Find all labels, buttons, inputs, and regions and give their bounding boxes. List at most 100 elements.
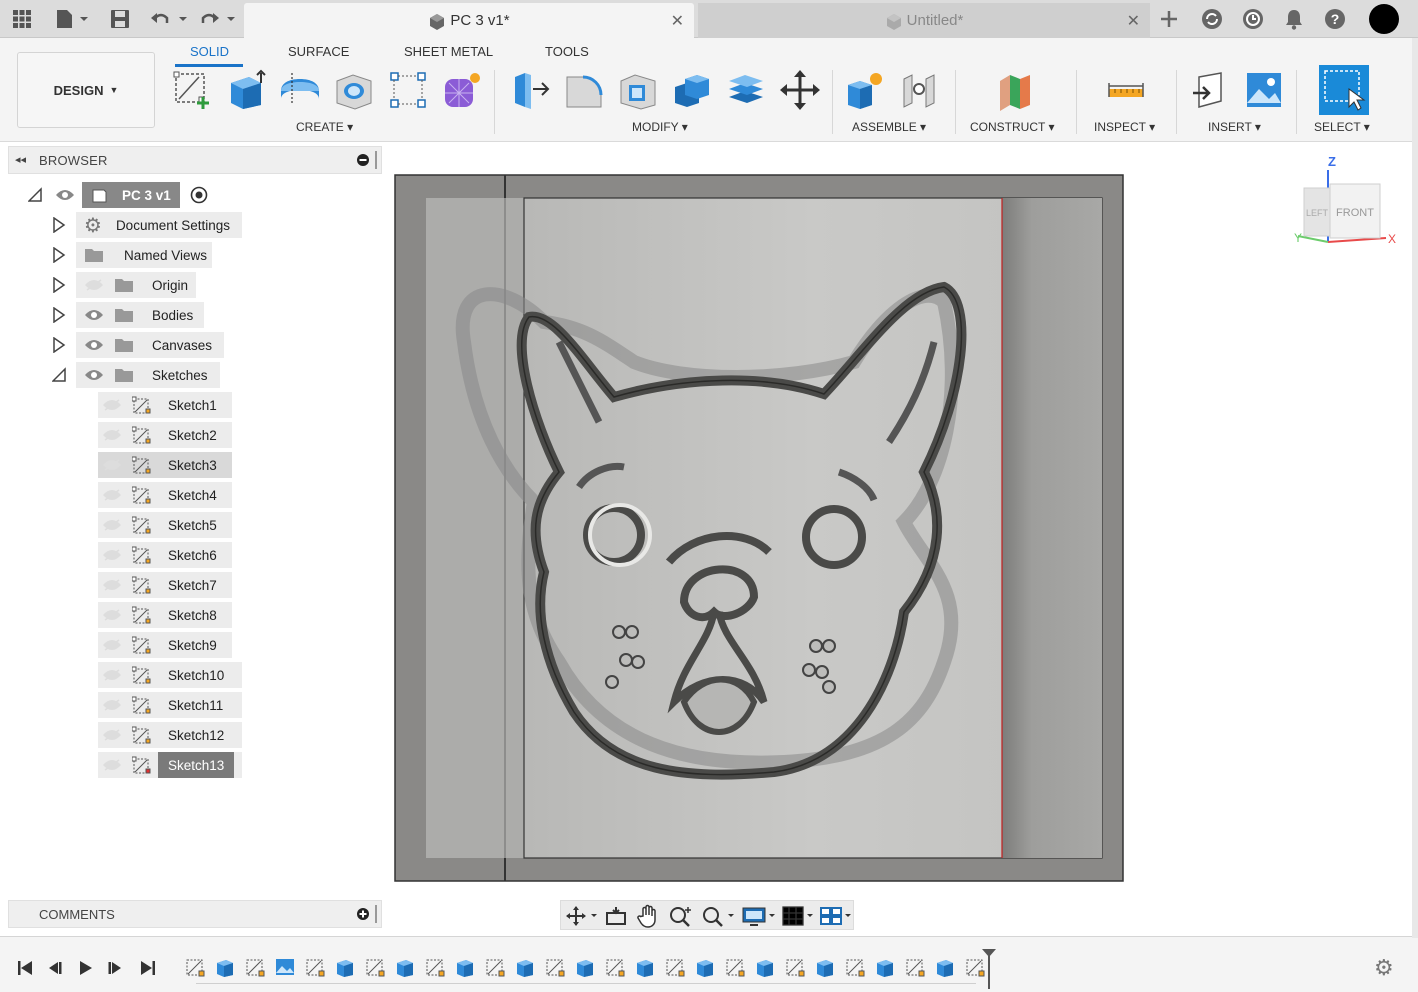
sketch-row[interactable]: Sketch7: [98, 572, 258, 598]
viewcube[interactable]: Z X Y FRONT LEFT: [1294, 154, 1396, 246]
play-icon[interactable]: [72, 955, 98, 981]
job-status-icon[interactable]: [1241, 7, 1265, 31]
hidden-eye-icon[interactable]: [102, 519, 122, 531]
timeline-extrude-icon[interactable]: [934, 956, 956, 978]
hidden-eye-icon[interactable]: [102, 489, 122, 501]
collapse-triangle-icon[interactable]: [52, 367, 66, 383]
shell-icon[interactable]: [616, 68, 660, 112]
sketch-row[interactable]: Sketch1: [98, 392, 258, 418]
timeline-sketch-icon[interactable]: [844, 956, 866, 978]
timeline-extrude-icon[interactable]: [394, 956, 416, 978]
hidden-eye-icon[interactable]: [102, 399, 122, 411]
notifications-bell-icon[interactable]: [1282, 7, 1306, 31]
hidden-eye-icon[interactable]: [102, 459, 122, 471]
pattern-icon[interactable]: [386, 68, 430, 112]
3d-viewport[interactable]: Z X Y FRONT LEFT: [384, 142, 1414, 932]
hidden-eye-icon[interactable]: [102, 549, 122, 561]
timeline-extrude-icon[interactable]: [454, 956, 476, 978]
select-group-label[interactable]: SELECT ▾: [1314, 120, 1370, 134]
hidden-eye-icon[interactable]: [102, 699, 122, 711]
comments-panel-header[interactable]: COMMENTS: [8, 900, 382, 928]
timeline-sketch-icon[interactable]: [604, 956, 626, 978]
browser-folder-bodies[interactable]: Bodies: [50, 302, 250, 328]
sketches-node[interactable]: Sketches: [76, 362, 220, 388]
timeline-extrude-icon[interactable]: [874, 956, 896, 978]
assemble-group-label[interactable]: ASSEMBLE ▾: [852, 120, 926, 134]
grid-snaps-icon[interactable]: [781, 905, 815, 930]
construct-group-label[interactable]: CONSTRUCT ▾: [970, 120, 1054, 134]
sketch-row[interactable]: Sketch2: [98, 422, 258, 448]
browser-folder-origin[interactable]: Origin: [50, 272, 250, 298]
hidden-eye-icon[interactable]: [102, 759, 122, 771]
timeline-extrude-icon[interactable]: [814, 956, 836, 978]
undo-icon[interactable]: [148, 6, 190, 32]
timeline-canvas-icon[interactable]: [274, 956, 296, 978]
origin-node[interactable]: Origin: [76, 272, 196, 298]
close-tab-icon[interactable]: ✕: [671, 11, 684, 31]
tab-tools[interactable]: TOOLS: [545, 44, 589, 59]
zoom-icon[interactable]: [669, 905, 693, 930]
visibility-eye-icon[interactable]: [84, 369, 104, 381]
file-menu-icon[interactable]: [52, 6, 92, 32]
browser-folder-canvases[interactable]: Canvases: [50, 332, 250, 358]
add-comment-icon[interactable]: [357, 908, 369, 923]
document-settings-node[interactable]: ⚙ Document Settings: [76, 212, 242, 238]
visibility-eye-icon[interactable]: [84, 309, 104, 321]
extrude-icon[interactable]: [224, 68, 268, 112]
viewports-icon[interactable]: [819, 905, 853, 930]
hidden-eye-icon[interactable]: [102, 729, 122, 741]
insert-canvas-icon[interactable]: [1242, 68, 1286, 112]
timeline-sketch-icon[interactable]: [724, 956, 746, 978]
step-back-icon[interactable]: [42, 955, 68, 981]
browser-folder-document-settings[interactable]: ⚙ Document Settings: [50, 212, 250, 238]
redo-icon[interactable]: [198, 6, 240, 32]
new-tab-icon[interactable]: [1157, 7, 1181, 31]
create-form-icon[interactable]: [440, 68, 484, 112]
tab-solid[interactable]: SOLID: [190, 44, 229, 59]
sketch-row[interactable]: Sketch8: [98, 602, 258, 628]
expand-triangle-icon[interactable]: [52, 337, 66, 353]
timeline-extrude-icon[interactable]: [514, 956, 536, 978]
sketch-row[interactable]: Sketch3: [98, 452, 258, 478]
timeline-extrude-icon[interactable]: [574, 956, 596, 978]
timeline-sketch-icon[interactable]: [304, 956, 326, 978]
modify-group-label[interactable]: MODIFY ▾: [632, 120, 688, 134]
app-grid-icon[interactable]: [10, 6, 34, 32]
timeline-marker-head[interactable]: [982, 949, 996, 957]
look-at-icon[interactable]: [605, 905, 627, 930]
offset-plane-icon[interactable]: [993, 68, 1037, 112]
create-group-label[interactable]: CREATE ▾: [296, 120, 353, 134]
hidden-eye-icon[interactable]: [102, 609, 122, 621]
press-pull-icon[interactable]: [508, 68, 552, 112]
timeline-sketch-icon[interactable]: [484, 956, 506, 978]
insert-group-label[interactable]: INSERT ▾: [1208, 120, 1261, 134]
combine-icon[interactable]: [670, 68, 714, 112]
joint-icon[interactable]: [897, 68, 941, 112]
browser-root-row[interactable]: PC 3 v1: [26, 182, 286, 208]
measure-icon[interactable]: [1104, 68, 1148, 112]
tab-surface[interactable]: SURFACE: [288, 44, 349, 59]
expand-triangle-icon[interactable]: [52, 277, 66, 293]
pin-panel-handle[interactable]: [375, 151, 377, 169]
timeline-sketch-icon[interactable]: [664, 956, 686, 978]
sync-icon[interactable]: [1200, 7, 1224, 31]
timeline-extrude-icon[interactable]: [334, 956, 356, 978]
expand-triangle-icon[interactable]: [52, 307, 66, 323]
go-to-end-icon[interactable]: [135, 955, 161, 981]
sketch-row[interactable]: Sketch11: [98, 692, 258, 718]
move-copy-icon[interactable]: [778, 68, 822, 112]
timeline-sketch-icon[interactable]: [904, 956, 926, 978]
activate-radio-icon[interactable]: [188, 184, 210, 206]
create-sketch-icon[interactable]: [170, 68, 214, 112]
hidden-eye-icon[interactable]: [102, 669, 122, 681]
model-canvas[interactable]: Z X Y FRONT LEFT: [384, 142, 1414, 932]
expand-triangle-icon[interactable]: [52, 247, 66, 263]
hidden-eye-icon[interactable]: [102, 579, 122, 591]
timeline-sketch-icon[interactable]: [364, 956, 386, 978]
timeline-sketch-icon[interactable]: [784, 956, 806, 978]
timeline-extrude-icon[interactable]: [694, 956, 716, 978]
fillet-icon[interactable]: [562, 68, 606, 112]
step-forward-icon[interactable]: [102, 955, 128, 981]
timeline-extrude-icon[interactable]: [754, 956, 776, 978]
hidden-eye-icon[interactable]: [84, 279, 104, 291]
